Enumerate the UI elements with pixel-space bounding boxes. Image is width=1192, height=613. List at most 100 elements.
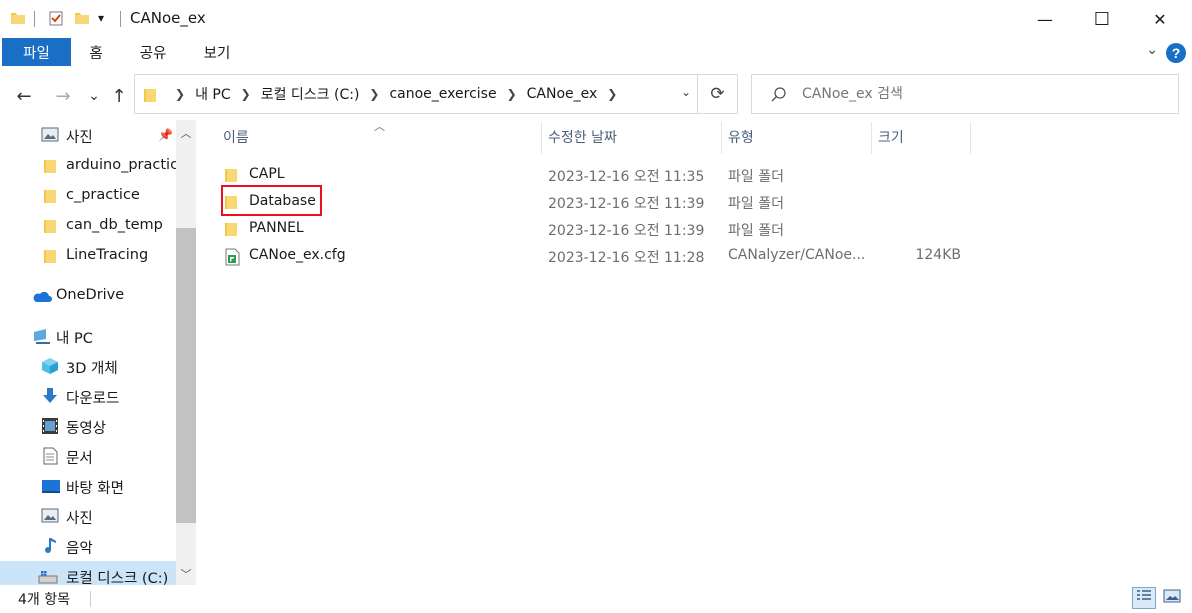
folder-icon (224, 167, 242, 183)
scroll-up-icon[interactable]: ︿ (176, 124, 196, 142)
column-header-type[interactable]: 유형 (728, 120, 754, 154)
scroll-down-icon[interactable]: ﹀ (176, 565, 196, 583)
maximize-button[interactable]: ☐ (1079, 0, 1125, 38)
search-input[interactable] (802, 84, 1162, 104)
file-date: 2023-12-16 오전 11:39 (548, 196, 705, 212)
tab-share[interactable]: 공유 (130, 38, 176, 66)
close-button[interactable]: ✕ (1137, 0, 1183, 38)
details-view-button[interactable] (1132, 587, 1156, 609)
up-button[interactable]: ↑ (106, 83, 132, 109)
title-bar: ▾ CANoe_ex — ☐ ✕ (0, 0, 1192, 38)
breadcrumb-this-pc[interactable]: 내 PC (195, 84, 231, 104)
forward-arrow-icon: → (55, 85, 71, 107)
column-header-size[interactable]: 크기 (878, 120, 904, 154)
cfg-file-icon (224, 248, 242, 266)
folder-icon[interactable] (10, 10, 26, 30)
refresh-icon: ⟳ (710, 84, 725, 104)
chevron-right-icon[interactable]: ❯ (241, 87, 251, 101)
ribbon: 파일 홈 공유 보기 ⌄ ? (0, 38, 1192, 66)
sidebar-item-label: 사진 (66, 130, 93, 146)
downloads-icon (41, 387, 59, 405)
file-date: 2023-12-16 오전 11:35 (548, 169, 705, 185)
large-icons-view-icon (1163, 589, 1181, 607)
sidebar-scrollbar-thumb[interactable] (176, 228, 196, 523)
up-arrow-icon: ↑ (111, 85, 127, 107)
chevron-right-icon[interactable]: ❯ (369, 87, 379, 101)
folder-icon (41, 247, 59, 265)
sidebar-item-desktop[interactable]: 바탕 화면 (0, 471, 178, 501)
help-icon[interactable]: ? (1166, 43, 1186, 63)
file-name: Database (249, 193, 316, 209)
pictures-icon (41, 126, 59, 144)
tab-home[interactable]: 홈 (78, 38, 114, 66)
navigation-pane: 사진 📌 arduino_practice c_practice can_db_… (0, 120, 196, 585)
sidebar-item-this-pc[interactable]: 내 PC (0, 321, 178, 351)
file-type: 파일 폴더 (728, 223, 784, 239)
desktop-icon (41, 477, 61, 495)
recent-locations-button[interactable]: ⌄ (81, 83, 107, 109)
address-bar[interactable]: ❯ 내 PC ❯ 로컬 디스크 (C:) ❯ canoe_exercise ❯ … (134, 74, 698, 114)
column-header-date-modified[interactable]: 수정한 날짜 (548, 120, 617, 154)
sidebar-item-documents[interactable]: 문서 (0, 441, 178, 471)
chevron-right-icon[interactable]: ❯ (507, 87, 517, 101)
breadcrumb-canoe-ex[interactable]: CANoe_ex (527, 86, 598, 102)
new-folder-icon[interactable] (74, 10, 90, 30)
sidebar-item-label: arduino_practice (66, 157, 187, 173)
breadcrumb-local-disk[interactable]: 로컬 디스크 (C:) (261, 84, 360, 104)
file-row-canoe-ex-cfg[interactable]: CANoe_ex.cfg 2023-12-16 오전 11:28 CANalyz… (205, 243, 985, 269)
search-icon (770, 86, 788, 108)
tab-view[interactable]: 보기 (194, 38, 240, 66)
sidebar-item-label: 다운로드 (66, 391, 120, 407)
sidebar-item-local-disk[interactable]: 로컬 디스크 (C:) (0, 561, 178, 585)
details-view-icon (1136, 589, 1152, 607)
refresh-button[interactable]: ⟳ (698, 74, 738, 114)
close-icon: ✕ (1153, 9, 1167, 29)
sidebar-item-3d-objects[interactable]: 3D 개체 (0, 351, 178, 381)
maximize-icon: ☐ (1093, 8, 1111, 30)
file-row-database[interactable]: Database 2023-12-16 오전 11:39 파일 폴더 (205, 185, 985, 216)
sidebar-item-downloads[interactable]: 다운로드 (0, 381, 178, 411)
file-row-capl[interactable]: CAPL 2023-12-16 오전 11:35 파일 폴더 (205, 162, 985, 188)
minimize-icon: — (1037, 9, 1053, 29)
chevron-right-icon[interactable]: ❯ (175, 87, 185, 101)
file-row-pannel[interactable]: PANNEL 2023-12-16 오전 11:39 파일 폴더 (205, 216, 985, 242)
sidebar-item-arduino-practice[interactable]: arduino_practice (0, 151, 187, 181)
file-type: CANalyzer/CANoe... (728, 247, 866, 263)
tab-file[interactable]: 파일 (2, 38, 71, 66)
minimize-button[interactable]: — (1022, 0, 1068, 38)
videos-icon (41, 417, 59, 435)
sidebar-item-label: OneDrive (56, 287, 125, 303)
customize-quick-access-icon[interactable]: ▾ (98, 11, 104, 25)
large-icons-view-button[interactable] (1160, 587, 1184, 609)
file-name: PANNEL (249, 220, 304, 236)
sidebar-item-label: 동영상 (66, 421, 107, 437)
sidebar-item-can-db-temp[interactable]: can_db_temp (0, 211, 178, 241)
pc-icon (32, 327, 54, 345)
folder-icon (143, 87, 157, 107)
forward-button[interactable]: → (50, 83, 76, 109)
pin-icon[interactable]: 📌 (158, 128, 173, 142)
address-history-dropdown-icon[interactable]: ⌄ (681, 85, 691, 99)
chevron-right-icon[interactable]: ❯ (607, 87, 617, 101)
folder-icon (41, 157, 59, 175)
navigation-bar: ← → ⌄ ↑ ❯ 내 PC ❯ 로컬 디스크 (C:) ❯ canoe_exe… (0, 66, 1192, 124)
sidebar-item-label: LineTracing (66, 247, 149, 263)
back-button[interactable]: ← (11, 83, 37, 109)
sidebar-item-videos[interactable]: 동영상 (0, 411, 178, 441)
sidebar-item-linetracing[interactable]: LineTracing (0, 241, 178, 271)
breadcrumb-canoe-exercise[interactable]: canoe_exercise (389, 86, 496, 102)
sidebar-item-label: 바탕 화면 (66, 481, 124, 497)
expand-ribbon-icon[interactable]: ⌄ (1146, 42, 1158, 58)
column-header-name[interactable]: 이름 (223, 120, 249, 154)
3d-objects-icon (41, 357, 59, 375)
properties-icon[interactable] (48, 10, 64, 30)
sidebar-item-c-practice[interactable]: c_practice (0, 181, 178, 211)
file-date: 2023-12-16 오전 11:28 (548, 250, 705, 266)
sidebar-item-pictures[interactable]: 사진 (0, 501, 178, 531)
search-box[interactable] (751, 74, 1179, 114)
file-type: 파일 폴더 (728, 169, 784, 185)
sidebar-item-onedrive[interactable]: OneDrive (0, 281, 178, 311)
sidebar-item-pictures-pinned[interactable]: 사진 📌 (0, 120, 178, 150)
sidebar-item-label: c_practice (66, 187, 140, 203)
sidebar-item-music[interactable]: 음악 (0, 531, 178, 561)
